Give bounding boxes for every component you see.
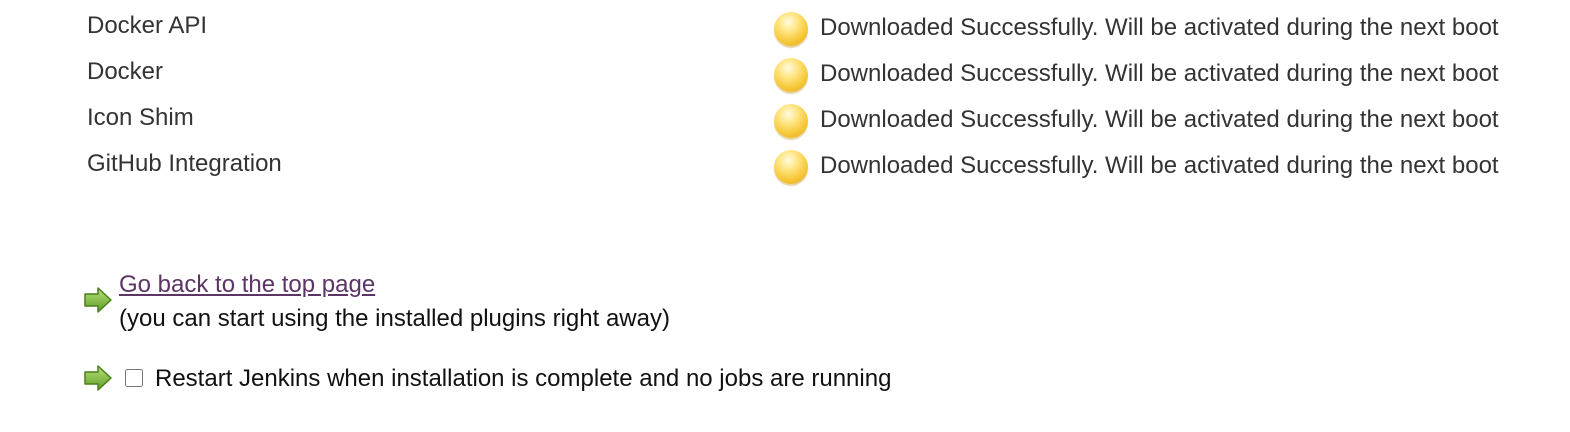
yellow-ball-icon (774, 58, 808, 92)
plugin-row: GitHub Integration Downloaded Successful… (0, 150, 1570, 196)
restart-label[interactable]: Restart Jenkins when installation is com… (155, 365, 891, 393)
top-page-link[interactable]: Go back to the top page (119, 271, 375, 299)
plugin-row: Docker API Downloaded Successfully. Will… (0, 12, 1570, 58)
yellow-ball-icon (774, 150, 808, 184)
plugin-status: Downloaded Successfully. Will be activat… (820, 106, 1499, 133)
restart-checkbox[interactable] (125, 369, 143, 387)
yellow-ball-icon (774, 104, 808, 138)
plugin-name: Docker API (87, 12, 208, 39)
plugin-status: Downloaded Successfully. Will be activat… (820, 60, 1499, 87)
green-arrow-icon (84, 365, 112, 391)
plugin-row: Icon Shim Downloaded Successfully. Will … (0, 104, 1570, 150)
plugin-name: Docker (87, 58, 164, 85)
plugin-status: Downloaded Successfully. Will be activat… (820, 14, 1499, 41)
top-page-note: (you can start using the installed plugi… (119, 305, 670, 332)
yellow-ball-icon (774, 12, 808, 46)
plugin-name: GitHub Integration (87, 150, 282, 177)
plugin-name: Icon Shim (87, 104, 194, 131)
plugin-status: Downloaded Successfully. Will be activat… (820, 152, 1499, 179)
plugin-install-page: Docker API Downloaded Successfully. Will… (0, 0, 1570, 432)
plugin-row: Docker Downloaded Successfully. Will be … (0, 58, 1570, 104)
green-arrow-icon (84, 287, 112, 313)
